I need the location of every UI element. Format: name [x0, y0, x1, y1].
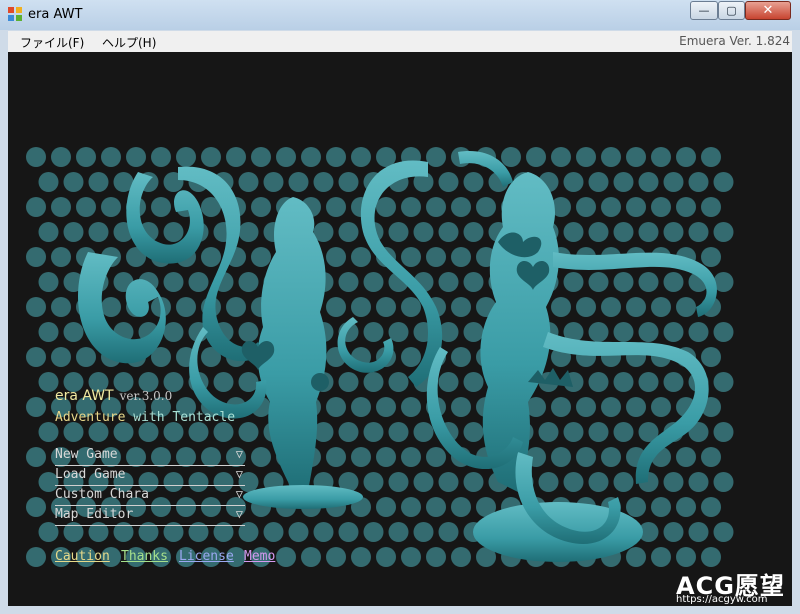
game-title-line: era AWT ver.3.0.0	[55, 388, 172, 404]
emuera-version: Emuera Ver. 1.824	[679, 34, 790, 48]
dropdown-triangle-icon: ▽	[235, 507, 243, 521]
menu-file[interactable]: ファイル(F)	[20, 34, 84, 51]
game-canvas: era AWT ver.3.0.0 Adventure with Tentacle…	[8, 52, 792, 606]
app-icon	[8, 7, 22, 21]
menu-load-game[interactable]: Load Game ▽	[55, 467, 245, 486]
menu-map-editor-label: Map Editor	[55, 507, 134, 522]
menu-custom-chara[interactable]: Custom Chara ▽	[55, 487, 245, 506]
game-version: ver.3.0.0	[119, 389, 173, 403]
menu-help[interactable]: ヘルプ(H)	[102, 34, 156, 51]
link-memo[interactable]: Memo	[244, 549, 275, 564]
game-subtitle: Adventure with Tentacle	[55, 410, 235, 425]
menu-map-editor[interactable]: Map Editor ▽	[55, 507, 245, 526]
app-window: era AWT — ▢ ✕ ファイル(F) ヘルプ(H) Emuera Ver.…	[0, 0, 800, 614]
menu-new-game-label: New Game	[55, 447, 118, 462]
close-button[interactable]: ✕	[745, 1, 791, 20]
dropdown-triangle-icon: ▽	[235, 467, 243, 481]
title-bar[interactable]: era AWT — ▢ ✕	[0, 0, 800, 30]
menu-new-game[interactable]: New Game ▽	[55, 447, 245, 466]
maximize-icon: ▢	[726, 4, 737, 17]
maximize-button[interactable]: ▢	[718, 1, 745, 20]
watermark-url: https://acgyw.com	[676, 594, 768, 605]
dropdown-triangle-icon: ▽	[235, 447, 243, 461]
subtitle-part2: with Tentacle	[125, 410, 236, 425]
close-icon: ✕	[762, 3, 774, 18]
subtitle-part1: Adventure	[55, 410, 126, 425]
menu-bar: ファイル(F) ヘルプ(H) Emuera Ver. 1.824	[8, 31, 792, 52]
game-title: era AWT	[55, 388, 114, 404]
menu-load-game-label: Load Game	[55, 467, 126, 482]
minimize-icon: —	[698, 4, 710, 17]
link-license[interactable]: License	[179, 549, 234, 564]
window-title: era AWT	[28, 7, 83, 22]
link-thanks[interactable]: Thanks	[121, 549, 168, 564]
link-caution[interactable]: Caution	[55, 549, 110, 564]
dropdown-triangle-icon: ▽	[235, 487, 243, 501]
menu-custom-chara-label: Custom Chara	[55, 487, 149, 502]
watermark: ACG愿望 https://acgyw.com	[676, 566, 785, 605]
minimize-button[interactable]: —	[690, 1, 718, 20]
